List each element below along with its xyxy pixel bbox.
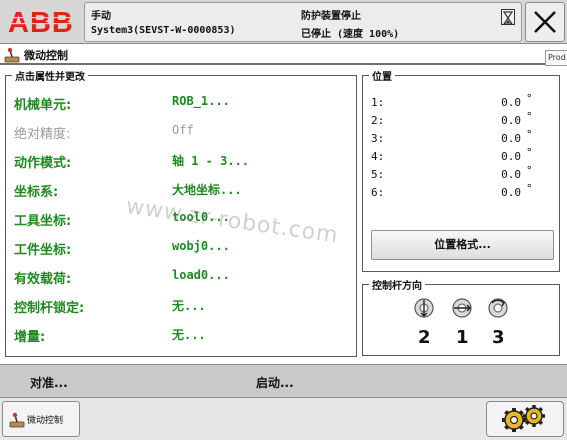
axis-value: 0.0 (501, 132, 521, 145)
prop-label: 动作模式: (14, 156, 72, 171)
prop-row-joystick-lock[interactable]: 控制杆锁定: 无... (6, 291, 356, 320)
prop-label: 绝对精度: (14, 127, 71, 142)
axis-unit: ° (526, 110, 533, 123)
joystick-legend: 控制杆方向 (369, 277, 425, 292)
axis-value: 0.0 (501, 114, 521, 127)
joystick-updown-icon (414, 298, 434, 318)
prop-value: 无... (172, 328, 206, 342)
prop-row-workobject[interactable]: 工件坐标: wobj0... (6, 233, 356, 262)
prop-value: 大地坐标... (172, 183, 242, 197)
axis-unit: ° (526, 92, 533, 105)
axis-value: 0.0 (501, 96, 521, 109)
joystick-axis-number: 1 (456, 327, 469, 348)
axis-value: 0.0 (501, 168, 521, 181)
prop-label: 机械单元: (14, 98, 72, 113)
system-name: System3(SEVST-W-0000853) (91, 25, 236, 36)
start-button[interactable]: 启动... (256, 374, 294, 391)
axis-unit: ° (526, 128, 533, 141)
joystick-leftright-icon (452, 298, 472, 318)
prop-value: 轴 1 - 3... (172, 154, 250, 168)
window-title: 微动控制 (24, 49, 68, 62)
prop-label: 工件坐标: (14, 243, 72, 258)
header-bar: ABB 手动 System3(SEVST-W-0000853) 防护装置停止 已… (0, 0, 567, 44)
position-format-button[interactable]: 位置格式... (371, 230, 554, 260)
jog-icon (4, 47, 20, 63)
prop-row-tool[interactable]: 工具坐标: tool0... (6, 204, 356, 233)
prop-value: 无... (172, 299, 206, 313)
position-row: 6: 0.0 ° (363, 182, 559, 202)
joystick-axis-number: 2 (418, 327, 431, 348)
side-tab[interactable]: Prod (545, 50, 567, 66)
axis-label: 2: (371, 114, 385, 127)
axis-value: 0.0 (501, 150, 521, 163)
axis-label: 1: (371, 96, 385, 109)
prop-label: 工具坐标: (14, 214, 72, 229)
position-panel: 位置 1: 0.0 ° 2: 0.0 ° 3: 0.0 ° 4: 0.0 ° 5… (362, 68, 560, 272)
axis-unit: ° (526, 146, 533, 159)
gears-icon (502, 405, 545, 432)
abb-logo: ABB (8, 7, 78, 36)
prop-value: wobj0... (172, 239, 230, 253)
position-legend: 位置 (369, 68, 395, 83)
prop-row-increment[interactable]: 增量: 无... (6, 320, 356, 349)
prop-row-payload[interactable]: 有效载荷: load0... (6, 262, 356, 291)
axis-label: 3: (371, 132, 385, 145)
title-divider (0, 63, 545, 65)
guard-status: 防护装置停止 (301, 11, 361, 22)
align-button[interactable]: 对准... (30, 374, 68, 391)
axis-label: 5: (371, 168, 385, 181)
prop-value: ROB_1... (172, 94, 230, 108)
properties-legend: 点击属性并更改 (12, 68, 88, 83)
prop-row-coordinate-system[interactable]: 坐标系: 大地坐标... (6, 175, 356, 204)
prop-row-mechanical-unit[interactable]: 机械单元: ROB_1... (6, 88, 356, 117)
prop-label: 有效载荷: (14, 272, 72, 287)
status-panel[interactable]: 手动 System3(SEVST-W-0000853) 防护装置停止 已停止 (… (84, 2, 522, 42)
taskbar-jog-label: 微动控制 (27, 416, 64, 426)
joystick-rotate-icon (488, 298, 508, 318)
hourglass-icon (501, 9, 515, 25)
quickset-button[interactable] (486, 401, 564, 437)
prop-row-motion-mode[interactable]: 动作模式: 轴 1 - 3... (6, 146, 356, 175)
jog-icon (9, 412, 25, 428)
window-title-row: 微动控制 (0, 44, 567, 64)
run-status: 已停止 (速度 100%) (301, 29, 400, 40)
prop-row-absolute-accuracy: 绝对精度: Off (6, 117, 356, 146)
prop-value: tool0... (172, 210, 230, 224)
prop-label: 坐标系: (14, 185, 59, 200)
prop-value: load0... (172, 268, 230, 282)
joystick-axis-number: 3 (492, 327, 505, 348)
mode-status: 手动 (91, 11, 111, 22)
taskbar: 微动控制 (0, 398, 567, 440)
joystick-direction-panel: 控制杆方向 2 1 3 (362, 277, 560, 356)
axis-unit: ° (526, 182, 533, 195)
close-button[interactable] (525, 2, 565, 42)
prop-value: Off (172, 123, 194, 137)
prop-label: 增量: (14, 330, 46, 345)
action-bar: 对准... 启动... (0, 364, 567, 398)
axis-label: 6: (371, 186, 385, 199)
close-icon (534, 11, 556, 33)
axis-value: 0.0 (501, 186, 521, 199)
taskbar-jog-button[interactable]: 微动控制 (2, 401, 80, 437)
prop-label: 控制杆锁定: (14, 301, 85, 316)
axis-label: 4: (371, 150, 385, 163)
properties-panel: 点击属性并更改 机械单元: ROB_1... 绝对精度: Off 动作模式: 轴… (5, 68, 357, 357)
axis-unit: ° (526, 164, 533, 177)
svg-text:ABB: ABB (8, 7, 74, 36)
